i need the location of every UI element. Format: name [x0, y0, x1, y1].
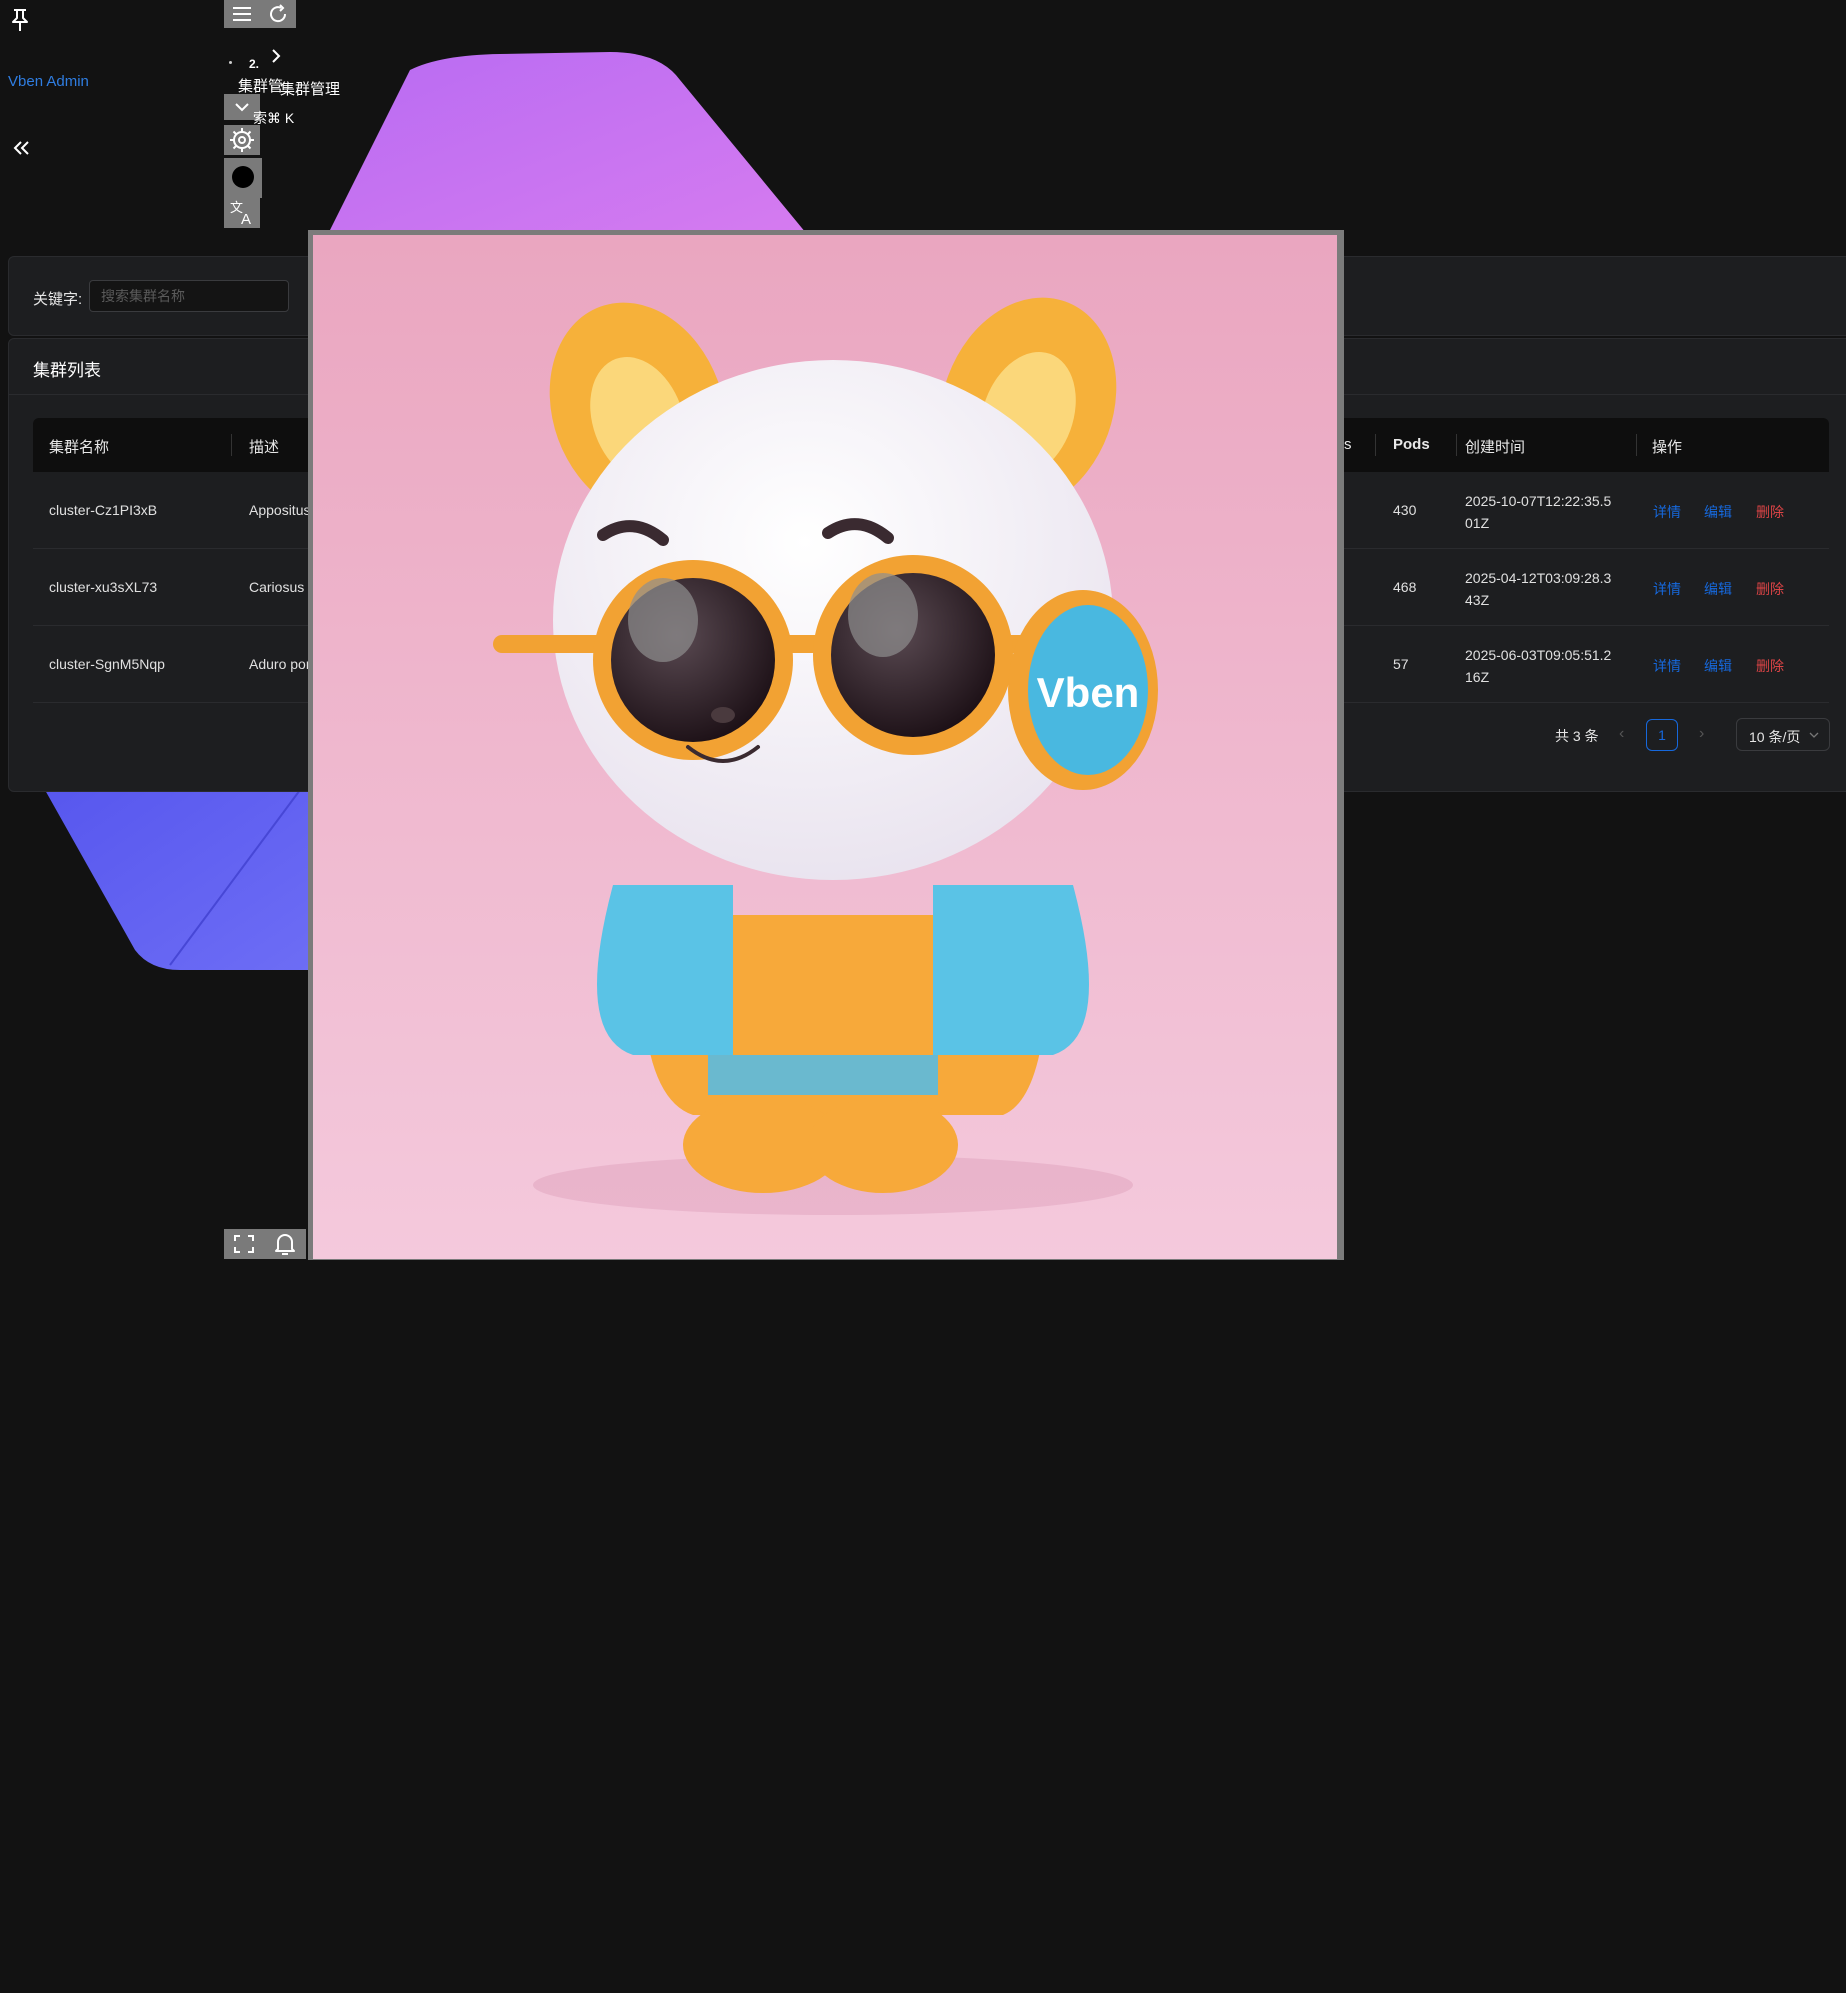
cell-created-time: 2025-06-03T09:05:51.216Z	[1465, 647, 1612, 685]
detail-link[interactable]: 详情	[1653, 656, 1681, 676]
mascot-image: Vben	[313, 235, 1337, 1259]
column-header-description: 描述	[249, 439, 280, 456]
cell-description: Aduro por	[249, 656, 311, 672]
list-title: 集群列表	[33, 361, 101, 380]
cell-description: Appositus	[249, 502, 311, 518]
translate-icon: 文 A	[230, 200, 251, 228]
bell-icon	[275, 1234, 295, 1255]
pagination-prev-icon[interactable]: ‹	[1619, 725, 1624, 743]
keyword-label: 关键字:	[33, 291, 83, 308]
cell-cluster-name: cluster-Cz1PI3xB	[49, 502, 158, 518]
breadcrumb-item-current[interactable]: 集群管理	[280, 78, 340, 99]
settings-button[interactable]	[224, 125, 260, 155]
breadcrumb-index: 2.	[249, 57, 260, 71]
column-header-actions: 操作	[1652, 439, 1683, 456]
cell-created-time: 2025-04-12T03:09:28.343Z	[1465, 570, 1612, 608]
double-chevron-left-icon[interactable]	[10, 137, 32, 159]
notification-button[interactable]	[264, 1229, 306, 1259]
image-preview-overlay[interactable]: Vben	[308, 230, 1344, 1260]
column-separator	[1456, 434, 1457, 456]
language-button[interactable]: 文 A	[224, 197, 260, 228]
svg-text:A: A	[241, 211, 251, 228]
pagination-next-icon[interactable]: ›	[1699, 725, 1704, 743]
mascot-badge-text: Vben	[1037, 669, 1140, 716]
header-toolbar	[224, 0, 296, 28]
theme-toggle-button[interactable]	[224, 158, 262, 198]
edit-link[interactable]: 编辑	[1704, 502, 1732, 522]
decorative-blob-blue	[45, 789, 310, 970]
column-separator	[1375, 434, 1376, 456]
detail-link[interactable]: 详情	[1653, 502, 1681, 522]
page-size-select[interactable]: 10 条/页	[1736, 718, 1830, 751]
brand-link[interactable]: Vben Admin	[8, 73, 89, 90]
cell-cluster-name: cluster-xu3sXL73	[49, 579, 158, 595]
decorative-blob-purple	[320, 52, 820, 250]
page-size-value: 10 条/页	[1749, 729, 1801, 745]
breadcrumb-item[interactable]: 集群管	[238, 75, 283, 96]
cell-pods: 430	[1393, 502, 1417, 518]
column-header-pods: Pods	[1393, 436, 1430, 453]
column-separator	[1636, 434, 1637, 456]
menu-icon[interactable]	[230, 4, 254, 24]
column-separator	[231, 434, 232, 456]
pagination-total: 共 3 条	[1555, 728, 1599, 744]
cell-created-time: 2025-10-07T12:22:35.501Z	[1465, 493, 1612, 531]
breadcrumb-dot	[229, 61, 232, 64]
column-header-partial: s	[1344, 436, 1352, 453]
chevron-right-icon	[272, 49, 281, 63]
chevron-down-icon	[1809, 732, 1819, 738]
keyword-search-input[interactable]	[89, 280, 289, 312]
settings-icon	[230, 128, 254, 152]
theme-toggle-icon	[232, 166, 254, 188]
pagination-page[interactable]: 1	[1646, 719, 1678, 751]
fullscreen-button[interactable]	[224, 1229, 264, 1259]
edit-link[interactable]: 编辑	[1704, 656, 1732, 676]
delete-link[interactable]: 删除	[1756, 502, 1784, 522]
pin-icon[interactable]	[8, 7, 32, 33]
cell-pods: 468	[1393, 579, 1417, 595]
fullscreen-icon	[234, 1235, 254, 1253]
edit-link[interactable]: 编辑	[1704, 579, 1732, 599]
delete-link[interactable]: 删除	[1756, 656, 1784, 676]
detail-link[interactable]: 详情	[1653, 579, 1681, 599]
column-header-created: 创建时间	[1465, 439, 1526, 456]
cell-pods: 57	[1393, 656, 1409, 672]
cell-description: Cariosus	[249, 579, 305, 595]
column-header-name: 集群名称	[49, 439, 110, 456]
delete-link[interactable]: 删除	[1756, 579, 1784, 599]
refresh-icon[interactable]	[266, 4, 290, 24]
cell-cluster-name: cluster-SgnM5Nqp	[49, 656, 165, 672]
